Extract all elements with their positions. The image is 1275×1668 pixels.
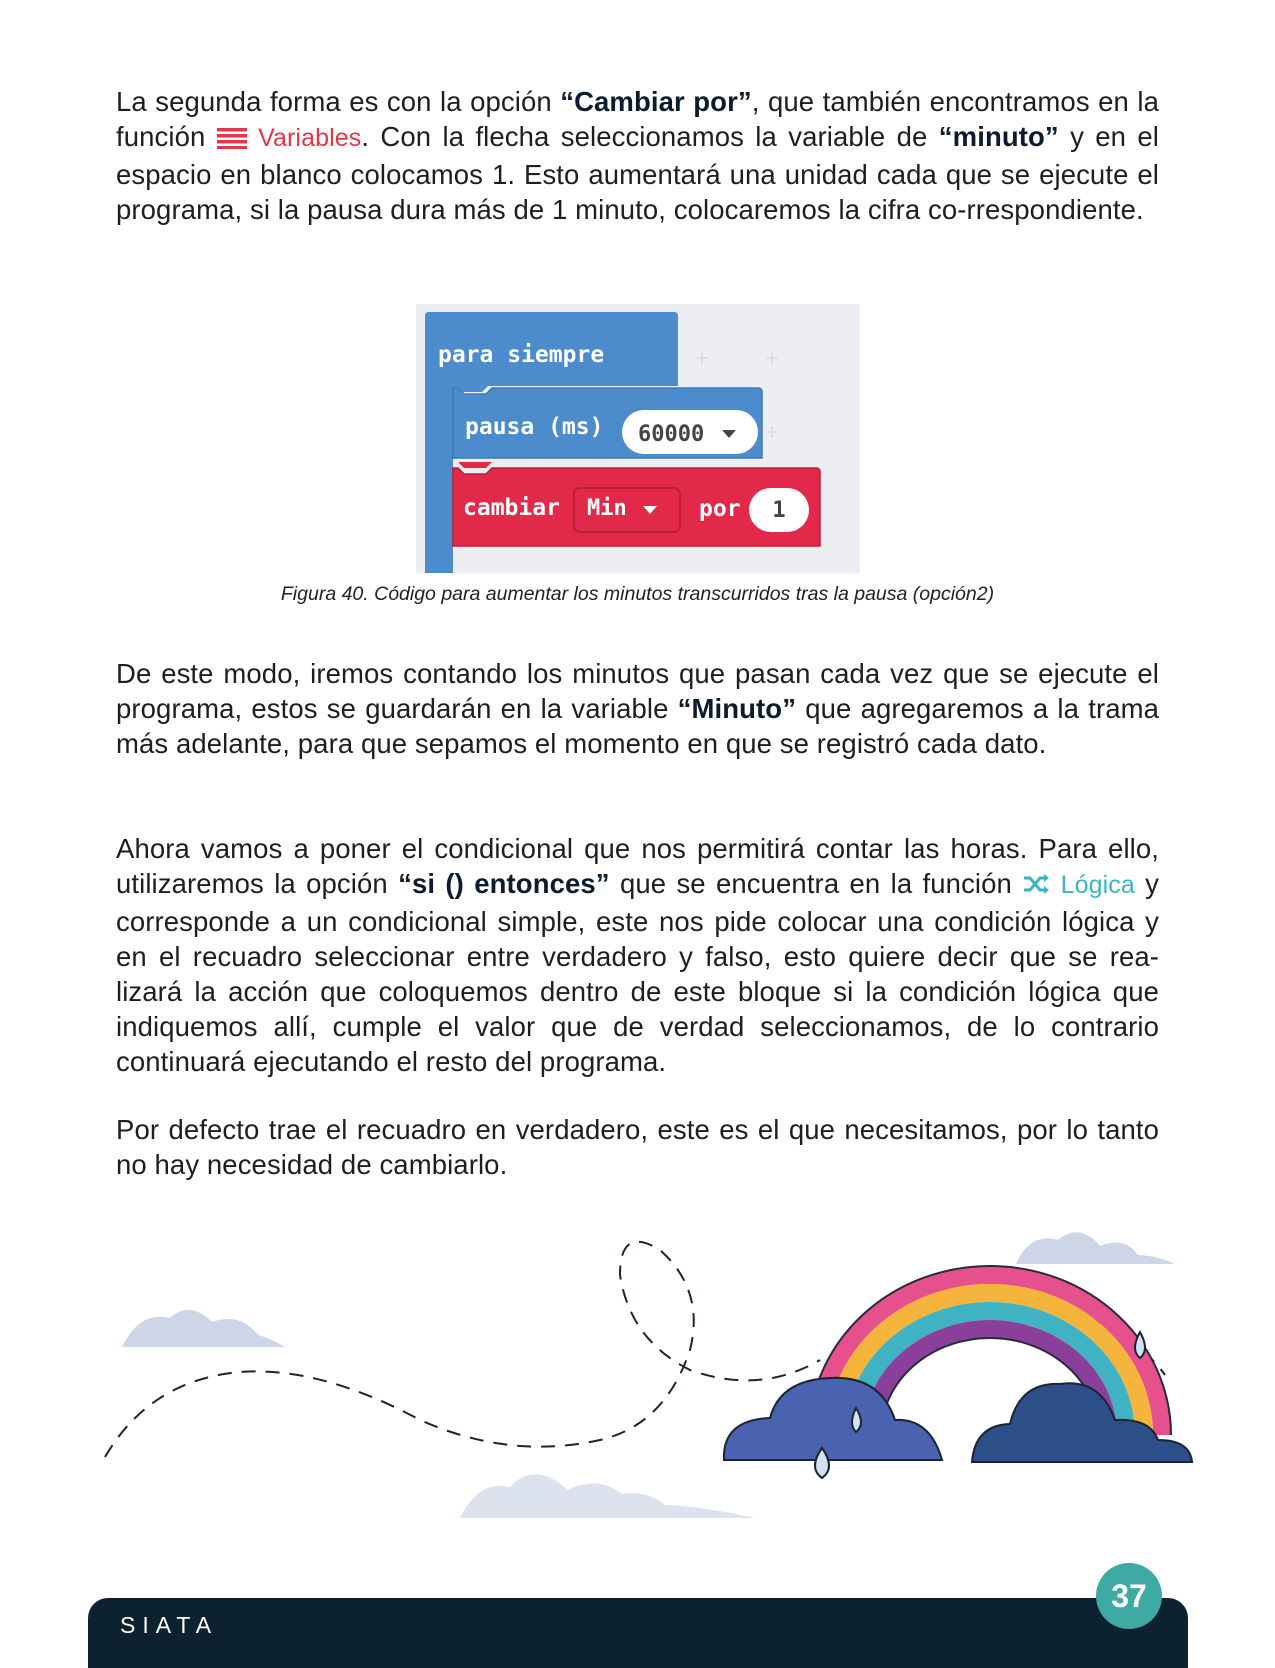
cloud-illustration [1016, 1232, 1174, 1264]
by-label: por [699, 496, 741, 522]
change-block-label: cambiar [463, 495, 560, 521]
variable-name: Min [587, 496, 627, 521]
page-number-badge: 37 [1096, 1563, 1162, 1629]
forever-block-label: para siempre [438, 342, 604, 368]
logic-category-label: Lógica [1060, 871, 1135, 899]
footer-bar [88, 1598, 1188, 1668]
footer-brand: SIATA [120, 1612, 219, 1638]
paragraph-por-defecto: Por defecto trae el recuadro en verdader… [116, 1114, 1159, 1180]
cloud-illustration [122, 1309, 285, 1347]
paragraph-cambiar-por: La segunda forma es con la opción “Cambi… [116, 86, 1160, 225]
logic-shuffle-icon [1022, 869, 1050, 904]
pause-block-label: pausa (ms) [465, 414, 603, 440]
pause-value: 60000 [638, 422, 704, 447]
cloud-illustration [460, 1474, 755, 1518]
by-value: 1 [772, 498, 785, 523]
variables-list-icon [216, 122, 247, 157]
figure-caption: Figura 40. Código para aumentar los minu… [280, 583, 995, 605]
block-code-figure: para siempre pausa (ms) 60000 cambiar Mi… [416, 304, 860, 573]
paragraph-condicional: Ahora vamos a poner el condicional que n… [116, 833, 1160, 1077]
rainbow-illustration [0, 1200, 1275, 1550]
paragraph-minuto: De este modo, iremos contando los minuto… [116, 658, 1160, 759]
cloud-illustration [722, 1376, 944, 1461]
variables-category-label: Variables [258, 124, 362, 152]
